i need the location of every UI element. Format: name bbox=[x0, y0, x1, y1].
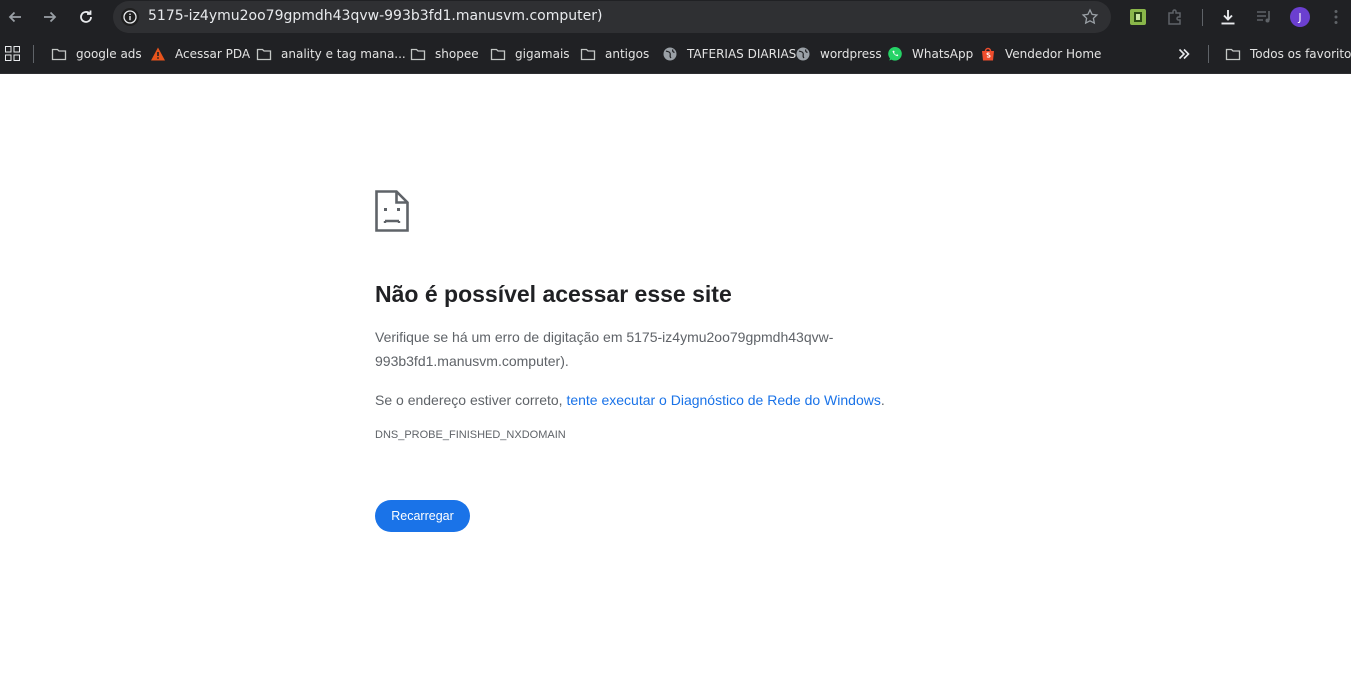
bookmark-label: WhatsApp bbox=[912, 47, 974, 61]
arrow-left-icon bbox=[8, 11, 21, 23]
bookmark-shopee[interactable]: shopee bbox=[410, 45, 479, 63]
error-title: Não é possível acessar esse site bbox=[375, 281, 732, 307]
kebab-menu-icon[interactable] bbox=[1327, 8, 1345, 26]
globe-icon bbox=[662, 46, 678, 62]
info-icon bbox=[123, 10, 137, 24]
bookmark-label: shopee bbox=[435, 47, 479, 61]
whatsapp-icon bbox=[887, 46, 903, 62]
chevron-double-right-icon[interactable] bbox=[1177, 47, 1191, 61]
globe-icon bbox=[795, 46, 811, 62]
error-code: DNS_PROBE_FINISHED_NXDOMAIN bbox=[375, 429, 566, 441]
back-button[interactable] bbox=[2, 4, 28, 30]
folder-icon bbox=[256, 46, 272, 62]
bookmark-vendedor-home[interactable]: Vendedor Home bbox=[980, 45, 1101, 63]
warning-triangle-icon bbox=[150, 46, 166, 62]
folder-icon bbox=[490, 46, 506, 62]
bookmark-acessar-pda[interactable]: Acessar PDA bbox=[150, 45, 250, 63]
bookmark-antigos[interactable]: antigos bbox=[580, 45, 649, 63]
bookmark-wordpress[interactable]: wordpress bbox=[795, 45, 882, 63]
network-diagnostic-link[interactable]: tente executar o Diagnóstico de Rede do … bbox=[566, 392, 880, 408]
bookmark-label: TAFERIAS DIARIAS bbox=[687, 47, 797, 61]
folder-icon bbox=[1225, 46, 1241, 62]
media-queue-icon[interactable] bbox=[1255, 8, 1273, 26]
download-icon[interactable] bbox=[1219, 8, 1237, 26]
apps-grid-icon[interactable] bbox=[5, 46, 20, 61]
diagnostic-prefix: Se o endereço estiver correto, bbox=[375, 392, 567, 408]
browser-toolbar: 5175-iz4ymu2oo79gpmdh43qvw-993b3fd1.manu… bbox=[0, 0, 1351, 35]
folder-icon bbox=[580, 46, 596, 62]
arrow-right-icon bbox=[44, 11, 57, 23]
reload-button[interactable] bbox=[73, 4, 99, 30]
bookmark-google-ads[interactable]: google ads bbox=[51, 45, 142, 63]
toolbar-divider bbox=[1202, 9, 1203, 26]
bookmark-star-icon[interactable] bbox=[1081, 8, 1099, 26]
bookmark-anality[interactable]: anality e tag mana... bbox=[256, 45, 406, 63]
bookmark-label: anality e tag mana... bbox=[281, 47, 406, 61]
address-url[interactable]: 5175-iz4ymu2oo79gpmdh43qvw-993b3fd1.manu… bbox=[148, 8, 602, 24]
site-info-button[interactable] bbox=[121, 8, 139, 26]
bookmark-label: Vendedor Home bbox=[1005, 47, 1102, 61]
bookmark-label: Todos os favoritos bbox=[1250, 47, 1351, 61]
bookmark-label: antigos bbox=[605, 47, 650, 61]
shopee-icon bbox=[980, 46, 996, 62]
error-typo-hint: Verifique se há um erro de digitação em … bbox=[375, 329, 834, 369]
bookmark-taferias-diarias[interactable]: TAFERIAS DIARIAS bbox=[662, 45, 796, 63]
bookmark-label: Acessar PDA bbox=[175, 47, 251, 61]
bookmark-gigamais[interactable]: gigamais bbox=[490, 45, 570, 63]
bookmark-label: gigamais bbox=[515, 47, 570, 61]
bookmark-label: wordpress bbox=[820, 47, 882, 61]
bookmark-label: google ads bbox=[76, 47, 142, 61]
extensions-puzzle-icon[interactable] bbox=[1166, 8, 1184, 26]
reload-icon bbox=[80, 10, 92, 23]
folder-icon bbox=[51, 46, 67, 62]
bookmarks-divider bbox=[33, 45, 34, 63]
diagnostic-suffix: . bbox=[880, 392, 885, 408]
extension-green-icon[interactable] bbox=[1129, 8, 1147, 26]
forward-button[interactable] bbox=[37, 4, 63, 30]
bookmark-whatsapp[interactable]: WhatsApp bbox=[887, 45, 973, 63]
profile-avatar[interactable]: J bbox=[1290, 7, 1310, 27]
bookmarks-divider bbox=[1208, 45, 1209, 63]
sad-page-icon bbox=[375, 190, 409, 232]
error-diagnostic-hint: Se o endereço estiver correto, tente exe… bbox=[375, 388, 885, 412]
reload-page-button[interactable]: Recarregar bbox=[375, 500, 470, 532]
folder-icon bbox=[410, 46, 426, 62]
bookmark-all-favorites[interactable]: Todos os favoritos bbox=[1225, 45, 1351, 63]
address-bar[interactable]: 5175-iz4ymu2oo79gpmdh43qvw-993b3fd1.manu… bbox=[113, 1, 1111, 33]
